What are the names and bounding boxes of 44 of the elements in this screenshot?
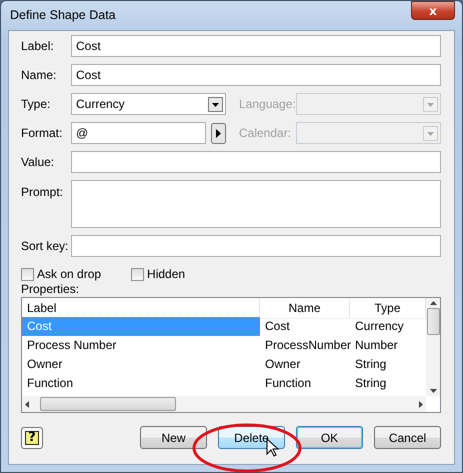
table-cell[interactable]: String	[350, 355, 426, 374]
label-field[interactable]: Cost	[71, 35, 441, 57]
table-cell[interactable]: Currency	[350, 317, 426, 336]
dialog-button[interactable]: Cancel	[374, 426, 441, 449]
checkbox-label: Ask on drop	[37, 267, 102, 281]
name-field[interactable]: Cost	[71, 64, 441, 86]
table-cell[interactable]: String	[350, 374, 426, 393]
vertical-scrollbar[interactable]	[426, 298, 440, 396]
field-label: Label:	[21, 39, 55, 53]
checkbox[interactable]	[131, 268, 144, 280]
table-cell[interactable]: Owner	[22, 355, 260, 374]
dialog-button[interactable]: OK	[296, 426, 363, 449]
field-label: Type:	[21, 97, 52, 111]
table-cell[interactable]: Cost	[260, 317, 350, 336]
close-button[interactable]: x	[411, 1, 455, 20]
sort-key-field[interactable]	[71, 235, 441, 257]
checkbox-label: Hidden	[147, 267, 186, 281]
horizontal-scrollbar[interactable]	[22, 396, 426, 412]
column-header[interactable]: Name	[260, 298, 350, 319]
arrow-button[interactable]	[211, 122, 226, 144]
checkbox[interactable]	[21, 268, 34, 280]
field-label: Language:	[239, 97, 296, 111]
field-label: Calendar:	[239, 126, 292, 140]
table-cell[interactable]: Owner	[260, 355, 350, 374]
field-label: Sort key:	[21, 239, 70, 253]
field-label: Name:	[21, 68, 58, 82]
help-button[interactable]: ?	[21, 426, 43, 448]
table-cell[interactable]: Function	[22, 374, 260, 393]
table-cell[interactable]: Process Number	[22, 336, 260, 355]
prompt-field[interactable]	[71, 180, 441, 228]
type-dropdown[interactable]: Currency	[71, 93, 226, 115]
scrollbar-thumb[interactable]	[426, 308, 440, 335]
dialog-button[interactable]: New	[140, 426, 207, 449]
table-cell[interactable]: Function	[260, 374, 350, 393]
field-label: Value:	[21, 155, 56, 169]
section-label: Properties:	[21, 282, 80, 296]
value-field[interactable]	[71, 151, 441, 173]
scrollbar-thumb[interactable]	[40, 397, 176, 411]
table-cell[interactable]: ProcessNumber	[260, 336, 350, 355]
format-field[interactable]: @	[71, 122, 206, 144]
table-cell[interactable]: Number	[350, 336, 426, 355]
field-label: Format:	[21, 126, 64, 140]
window-title: Define Shape Data	[10, 8, 116, 22]
field-label: Prompt:	[21, 184, 64, 199]
